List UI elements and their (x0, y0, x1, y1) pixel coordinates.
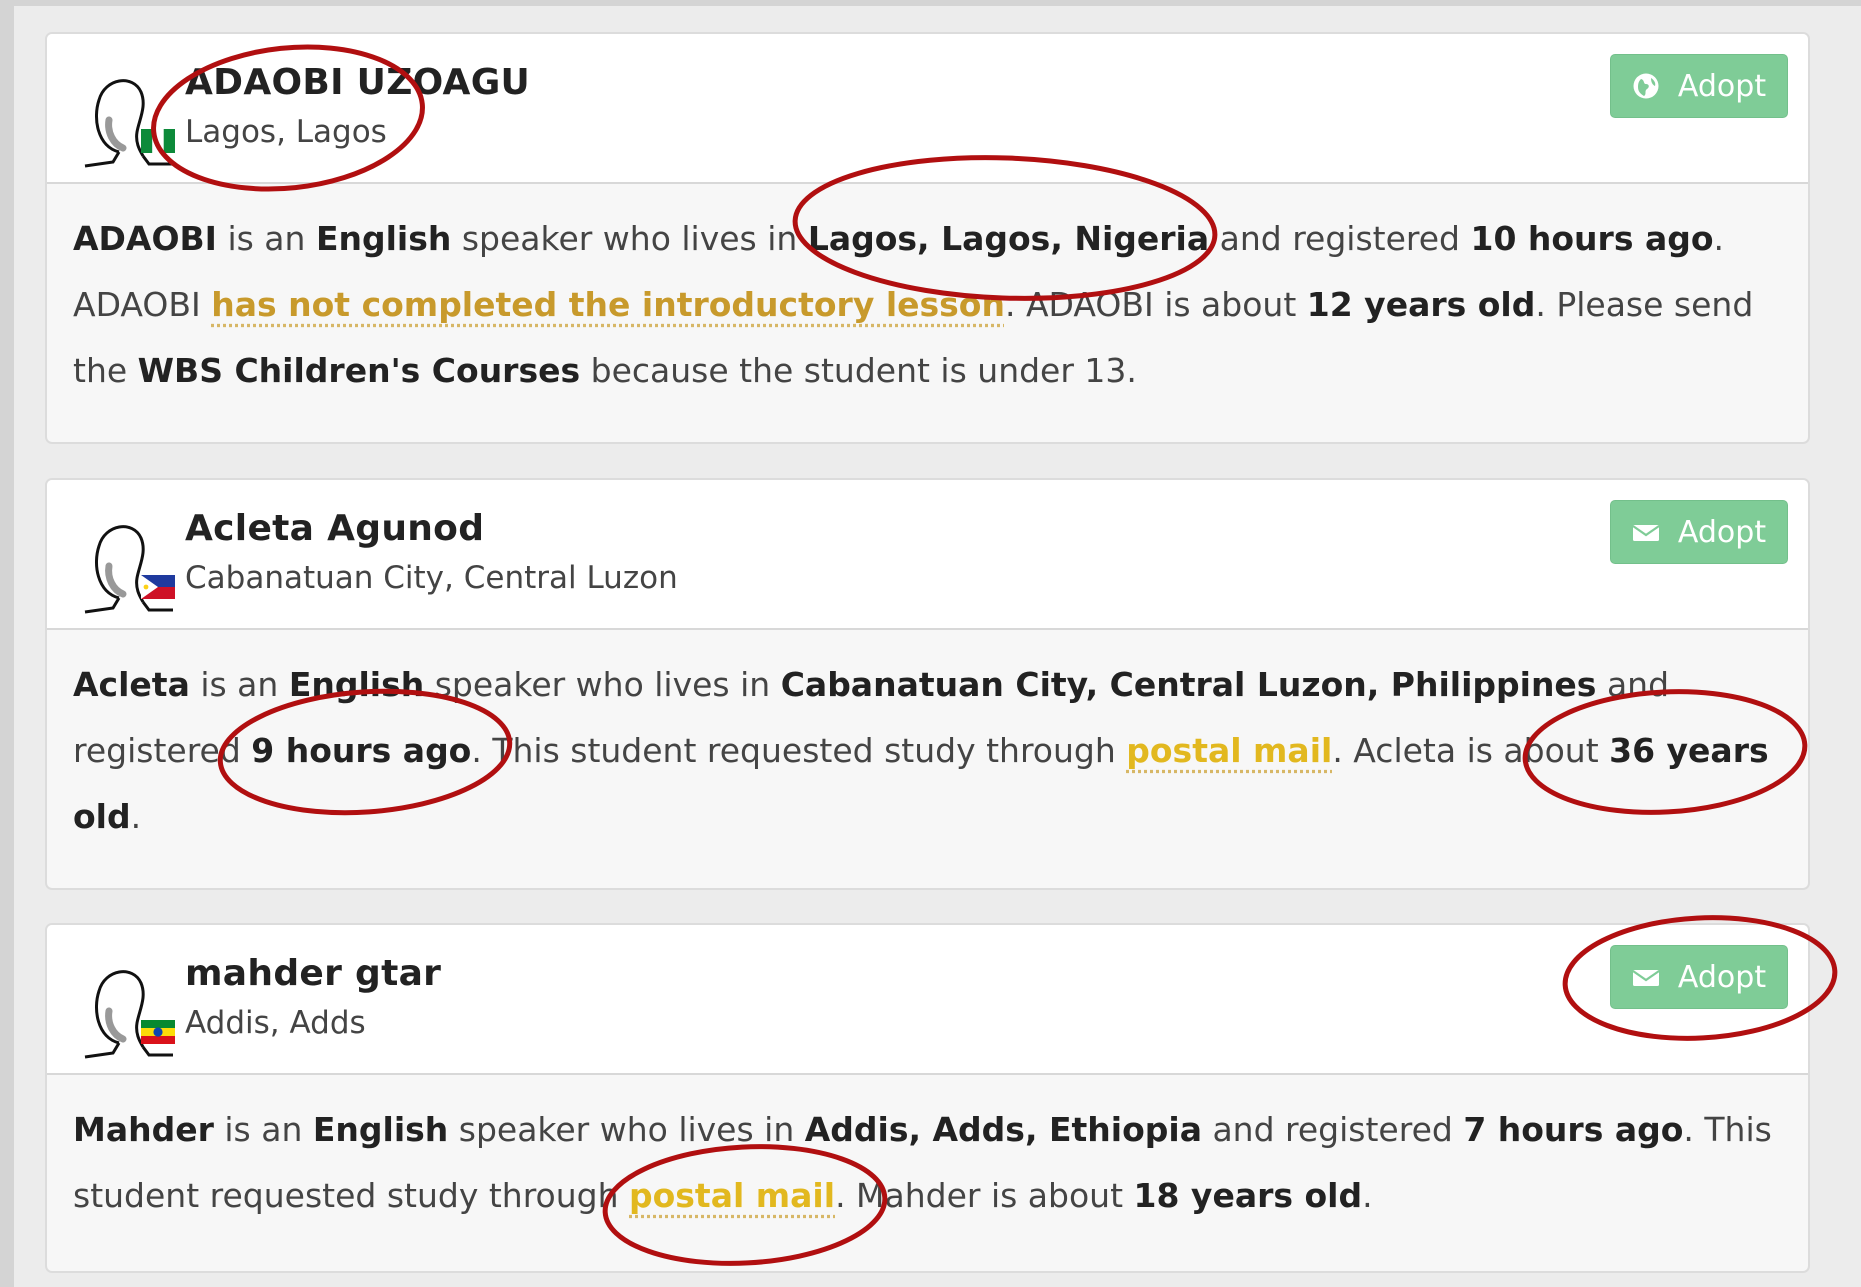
student-name: Acleta Agunod (185, 508, 485, 549)
student-course: WBS Children's Courses (137, 351, 581, 390)
postal-mail-link[interactable]: postal mail (629, 1176, 835, 1215)
student-language: English (315, 219, 452, 258)
desc-text: because the student is under 13. (580, 351, 1137, 390)
adopt-button[interactable]: Adopt (1610, 54, 1788, 118)
student-name: ADAOBI UZOAGU (185, 62, 531, 103)
adopt-button[interactable]: Adopt (1610, 945, 1788, 1009)
student-location: Addis, Adds (185, 1005, 366, 1041)
student-card-header: Acleta Agunod Cabanatuan City, Central L… (47, 480, 1808, 630)
student-language: English (288, 665, 425, 704)
desc-text: . (130, 797, 142, 836)
adopt-button-label: Adopt (1677, 68, 1767, 104)
student-first-name: Mahder (73, 1110, 214, 1149)
top-border (0, 0, 1861, 6)
student-first-name: Acleta (73, 665, 190, 704)
student-place: Lagos, Lagos, Nigeria (807, 219, 1210, 258)
student-registered: 10 hours ago (1470, 219, 1714, 258)
student-age: 18 years old (1133, 1176, 1363, 1215)
adopt-button[interactable]: Adopt (1610, 500, 1788, 564)
student-place: Addis, Adds, Ethiopia (804, 1110, 1202, 1149)
intro-lesson-link[interactable]: has not completed the introductory lesso… (211, 285, 1005, 324)
nigeria-flag-icon (141, 129, 175, 153)
envelope-icon (1632, 525, 1660, 541)
student-card: ADAOBI UZOAGU Lagos, Lagos Adopt ADAOBI … (45, 32, 1810, 444)
desc-text: and registered (1201, 1110, 1464, 1149)
student-card-header: mahder gtar Addis, Adds Adopt (47, 925, 1808, 1075)
student-card-header: ADAOBI UZOAGU Lagos, Lagos Adopt (47, 34, 1808, 184)
student-avatar-icon (84, 79, 173, 168)
student-card: Acleta Agunod Cabanatuan City, Central L… (45, 478, 1810, 890)
student-location: Cabanatuan City, Central Luzon (185, 560, 678, 596)
adopt-button-label: Adopt (1677, 959, 1767, 995)
desc-text: and registered (1209, 219, 1471, 258)
postal-mail-link[interactable]: postal mail (1126, 731, 1332, 770)
philippines-flag-icon (141, 575, 175, 599)
student-registered: 7 hours ago (1463, 1110, 1684, 1149)
desc-text: is an (189, 665, 289, 704)
student-location: Lagos, Lagos (185, 114, 387, 150)
ethiopia-flag-icon (141, 1020, 175, 1044)
student-place: Cabanatuan City, Central Luzon, Philippi… (780, 665, 1597, 704)
student-card: mahder gtar Addis, Adds Adopt Mahder is … (45, 923, 1810, 1273)
student-registered: 9 hours ago (251, 731, 472, 770)
student-language: English (312, 1110, 449, 1149)
adopt-button-label: Adopt (1677, 514, 1767, 550)
desc-text: speaker who lives in (448, 1110, 805, 1149)
desc-text: is an (213, 1110, 313, 1149)
desc-text: . Acleta is about (1332, 731, 1610, 770)
student-description: Mahder is an English speaker who lives i… (47, 1075, 1808, 1229)
desc-text: speaker who lives in (451, 219, 808, 258)
student-avatar-icon (84, 525, 173, 614)
student-age: 12 years old (1306, 285, 1536, 324)
student-first-name: ADAOBI (73, 219, 217, 258)
globe-icon (1633, 73, 1659, 99)
student-avatar-icon (84, 970, 173, 1059)
desc-text: . Mahder is about (835, 1176, 1134, 1215)
desc-text: speaker who lives in (424, 665, 781, 704)
desc-text: . (1362, 1176, 1373, 1215)
left-border (0, 0, 14, 1287)
student-description: Acleta is an English speaker who lives i… (47, 630, 1808, 850)
envelope-icon (1632, 970, 1660, 986)
desc-text: . ADAOBI is about (1004, 285, 1307, 324)
student-description: ADAOBI is an English speaker who lives i… (47, 184, 1808, 404)
desc-text: . This student requested study through (471, 731, 1127, 770)
desc-text: is an (216, 219, 316, 258)
student-name: mahder gtar (185, 953, 442, 994)
